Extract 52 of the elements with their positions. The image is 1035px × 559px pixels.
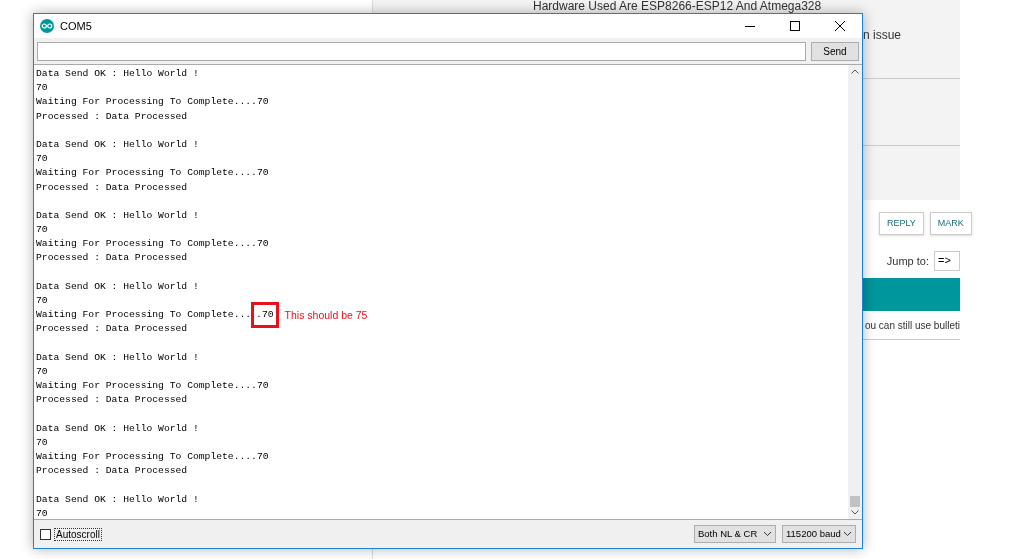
output-line: Data Send OK : Hello World ! [36,350,199,365]
minimize-icon [744,25,755,27]
output-line: Processed : Data Processed [36,109,188,124]
chevron-down-icon [763,531,772,537]
output-line: 70 [36,81,48,96]
output-line: Processed : Data Processed [36,464,188,479]
post-text: n issue [863,27,902,44]
autoscroll-checkbox[interactable] [40,528,51,540]
output-line: 70 [36,223,48,238]
message-input[interactable] [37,41,806,61]
post-action-button[interactable]: REPLY [879,212,924,235]
maximize-icon [789,21,800,31]
app-logo-icon [40,19,54,33]
notice-text: ou can still use bulleti [864,318,960,333]
output-line: Processed : Data Processed [36,322,188,337]
window-title: COM5 [60,18,92,34]
scrollbar[interactable] [848,65,862,519]
output-line: Waiting For Processing To Complete....70 [36,166,269,181]
output-line: Data Send OK : Hello World ! [36,492,199,507]
post-heading: Hardware Used Are ESP8266-ESP12 And Atmega328 [533,0,822,13]
output-line: 70 [36,152,48,167]
send-button[interactable]: Send [811,41,859,61]
output-line: Waiting For Processing To Complete....70 [36,379,269,394]
output-line: Processed : Data Processed [36,251,188,266]
jump-select[interactable]: => [934,251,960,271]
post-action-button[interactable]: MARK [929,212,972,235]
output-line: Waiting For Processing To Complete... [36,308,252,323]
output-line: Data Send OK : Hello World ! [36,137,199,152]
scroll-down-icon [851,510,859,515]
scroll-thumb[interactable] [850,496,860,507]
annotation-text: This should be 75 [284,308,368,323]
output-line: Processed : Data Processed [36,393,188,408]
output-line: 70 [36,435,48,450]
line-ending-select[interactable]: Both NL & CR [694,525,776,543]
close-icon [834,21,845,31]
output-line: Data Send OK : Hello World ! [36,208,199,223]
output-line: 70 [36,506,48,521]
chevron-down-icon [843,531,852,537]
output-line: Waiting For Processing To Complete....70 [36,450,269,465]
output-line: Data Send OK : Hello World ! [36,67,199,81]
baud-rate-select[interactable]: 115200 baud [782,525,856,543]
output-line: 70 [36,364,48,379]
autoscroll-label: Autoscroll [54,527,102,541]
output-line: Waiting For Processing To Complete....70 [36,95,269,110]
output-line: 70 [36,294,48,308]
highlight-box: .70 [251,302,279,329]
scroll-up-icon [851,69,859,74]
output-line: Data Send OK : Hello World ! [36,279,199,294]
jump-label: Jump to: [886,253,929,269]
output-line: Processed : Data Processed [36,180,188,195]
output-line: Waiting For Processing To Complete....70 [36,237,269,252]
output-line: Data Send OK : Hello World ! [36,421,199,436]
